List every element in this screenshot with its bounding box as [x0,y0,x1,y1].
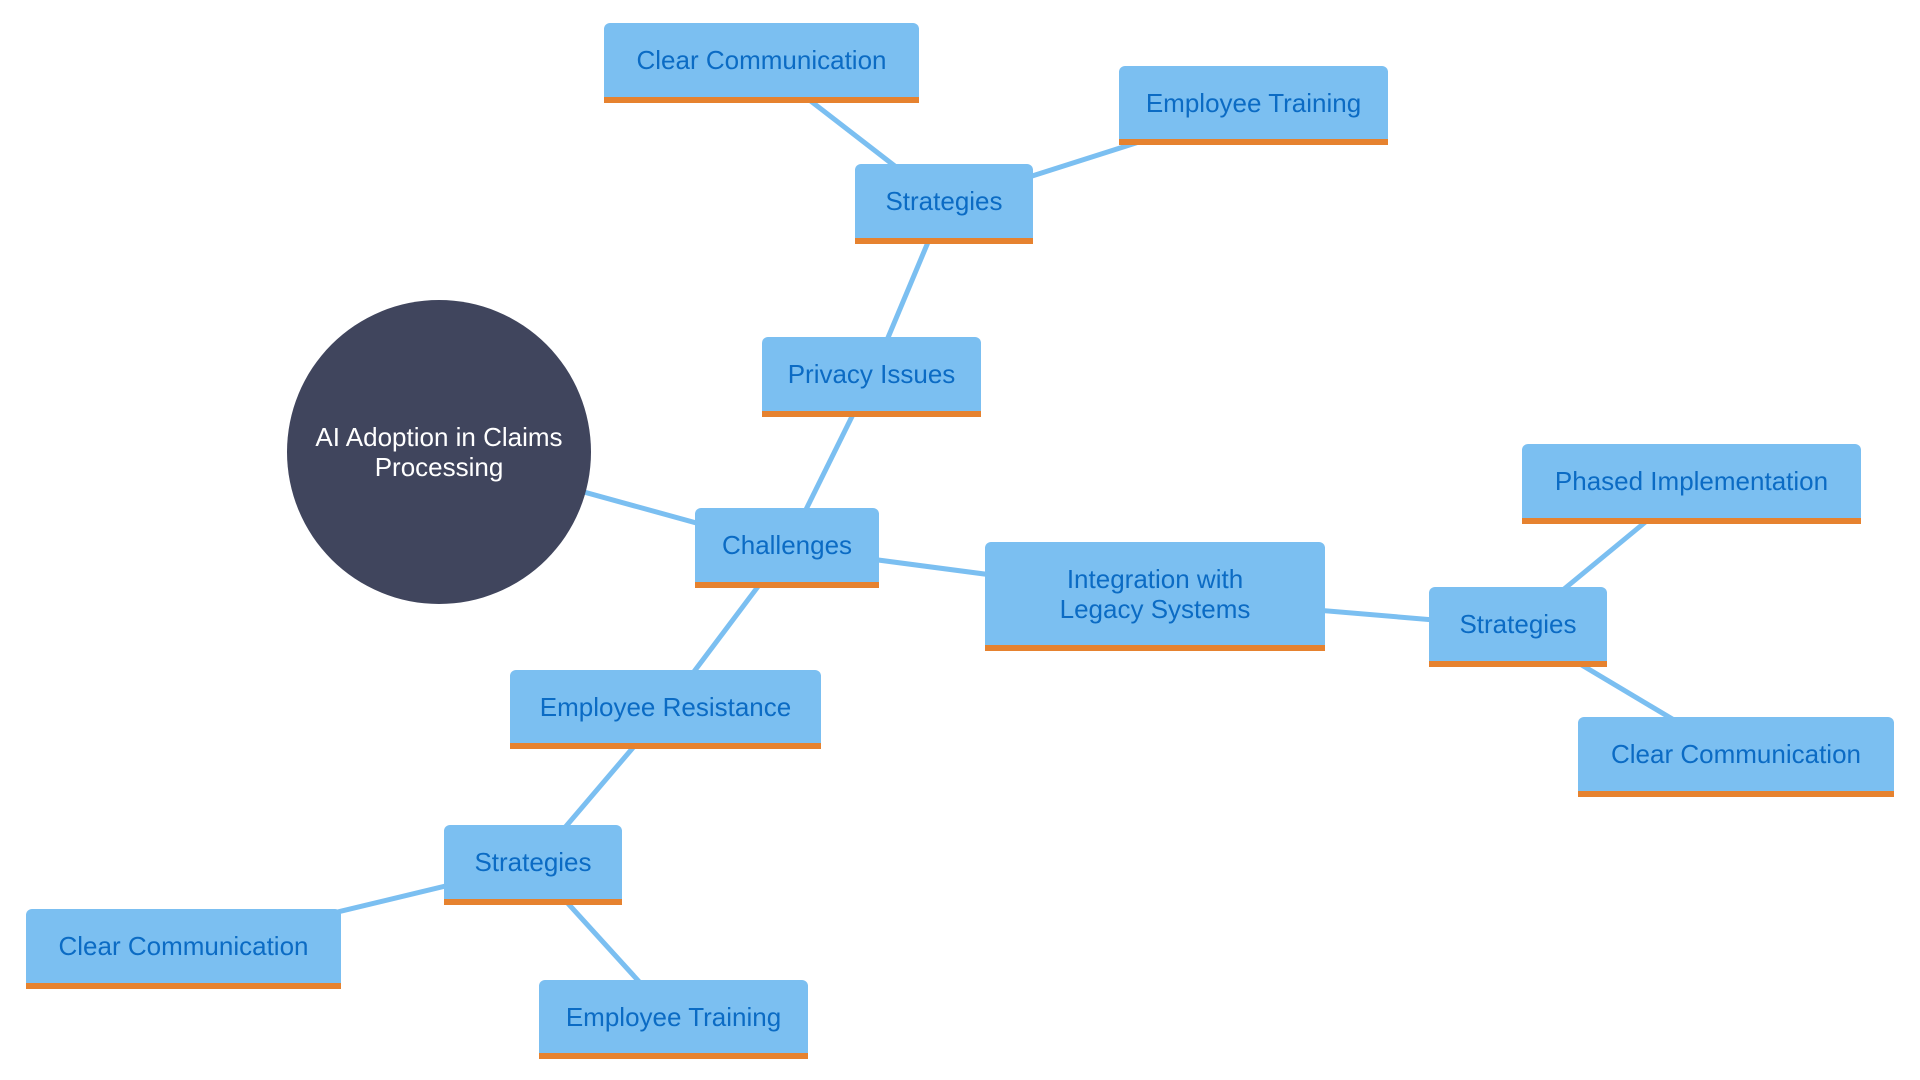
node-integration-strategies[interactable]: Strategies [1429,587,1607,667]
node-label: Clear Communication [1611,739,1861,769]
node-integration-legacy-systems[interactable]: Integration with Legacy Systems [985,542,1325,651]
node-label: Employee Training [1145,87,1362,118]
node-integration-phased-implementation[interactable]: Phased Implementation [1522,444,1861,524]
node-challenges[interactable]: Challenges [695,508,879,588]
node-label: Clear Communication [58,931,309,961]
node-label: Strategies [474,847,592,877]
root-node-label: AI Adoption in Claims Processing [315,422,563,482]
node-resistance-employee-training[interactable]: Employee Training [539,980,808,1059]
node-privacy-employee-training[interactable]: Employee Training [1119,66,1388,145]
node-label: Strategies [1459,609,1577,639]
node-label: Employee Training [565,1001,782,1032]
node-label: Phased Implementation [1554,466,1829,496]
node-resistance-clear-communication[interactable]: Clear Communication [26,909,341,989]
node-label: Challenges [721,530,853,560]
root-node-ai-adoption[interactable]: AI Adoption in Claims Processing [287,300,591,604]
node-privacy-strategies[interactable]: Strategies [855,164,1033,244]
node-label: Strategies [885,186,1003,216]
node-integration-clear-communication[interactable]: Clear Communication [1578,717,1894,797]
node-privacy-issues[interactable]: Privacy Issues [762,337,981,417]
node-employee-resistance[interactable]: Employee Resistance [510,670,821,749]
node-label: Privacy Issues [787,359,956,389]
node-label: Clear Communication [636,45,887,75]
node-privacy-clear-communication[interactable]: Clear Communication [604,23,919,103]
node-label: Employee Resistance [539,691,792,722]
node-resistance-strategies[interactable]: Strategies [444,825,622,905]
node-label: Integration with Legacy Systems [1059,563,1251,624]
